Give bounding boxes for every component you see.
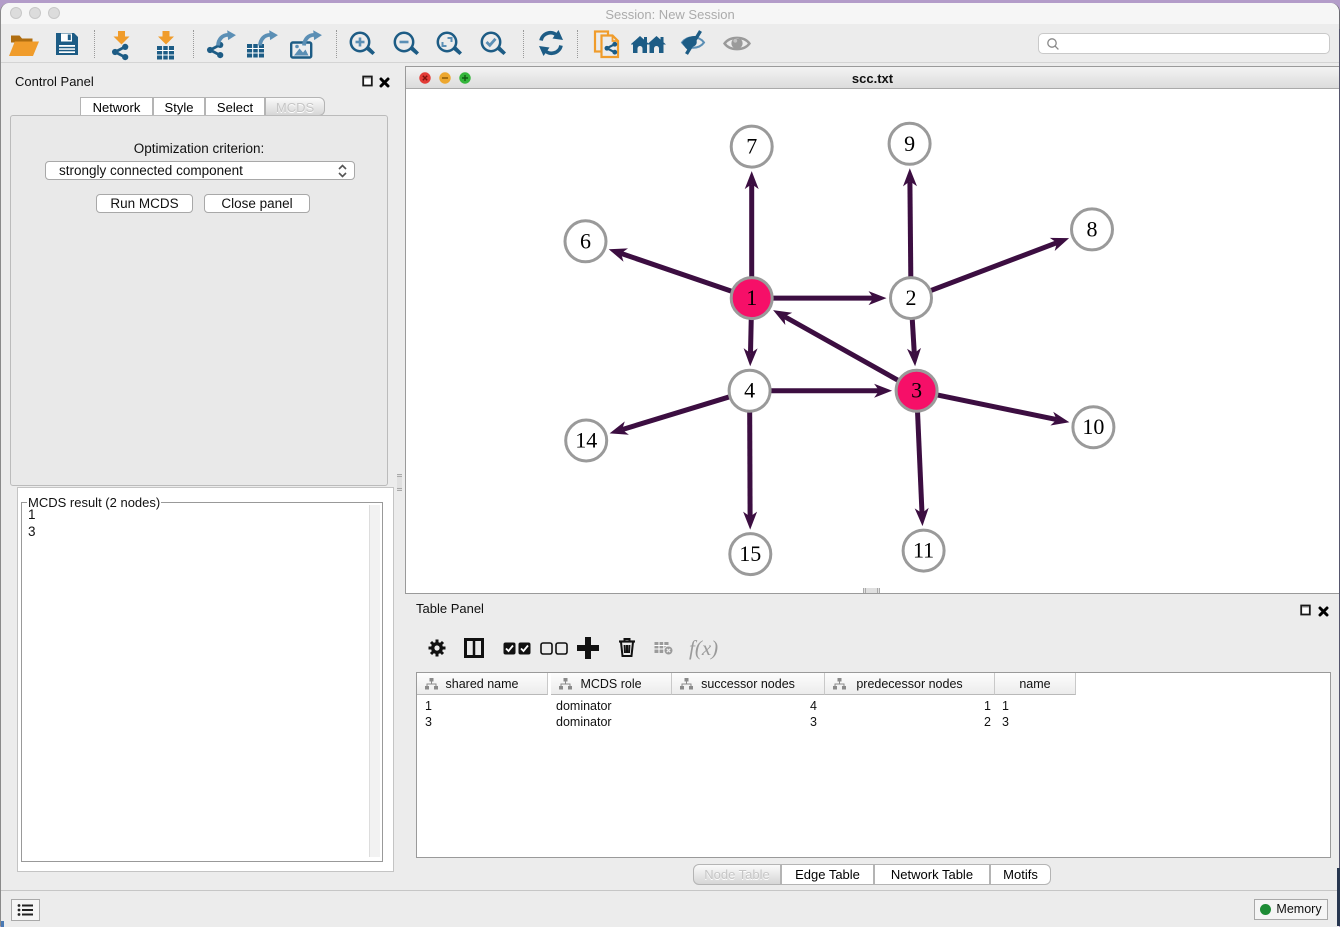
svg-text:10: 10: [1082, 414, 1104, 439]
svg-text:8: 8: [1087, 216, 1098, 241]
svg-text:7: 7: [746, 134, 757, 159]
svg-text:2: 2: [906, 285, 917, 310]
svg-text:4: 4: [744, 378, 755, 403]
svg-text:3: 3: [911, 378, 922, 403]
svg-text:11: 11: [913, 538, 934, 563]
svg-text:6: 6: [580, 228, 591, 253]
svg-text:9: 9: [904, 131, 915, 156]
svg-text:14: 14: [575, 428, 597, 453]
svg-text:1: 1: [746, 285, 757, 310]
svg-text:15: 15: [739, 541, 761, 566]
